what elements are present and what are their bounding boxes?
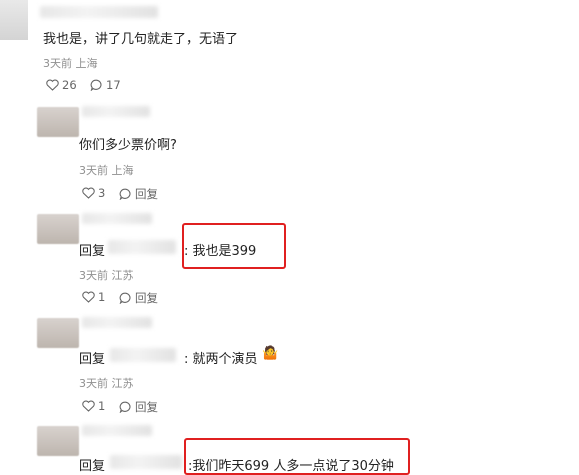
avatar[interactable] bbox=[37, 318, 79, 348]
username-blurred[interactable] bbox=[82, 213, 152, 224]
mention-blurred[interactable] bbox=[108, 240, 176, 254]
avatar[interactable] bbox=[0, 0, 28, 40]
reply-button[interactable]: 回复 bbox=[119, 399, 158, 415]
heart-icon bbox=[82, 187, 95, 199]
heart-icon bbox=[82, 400, 95, 412]
username-blurred[interactable] bbox=[82, 317, 152, 328]
comment-icon bbox=[119, 188, 131, 200]
mention-blurred[interactable] bbox=[110, 348, 176, 362]
reply-prefix: 回复 bbox=[79, 459, 106, 474]
reply-prefix: 回复 bbox=[79, 352, 106, 367]
like-button[interactable]: 26 bbox=[46, 78, 77, 92]
comment-text: 我也是，讲了几句就走了，无语了 bbox=[43, 32, 239, 47]
reply-text: :我们昨天699 人多一点说了30分钟 bbox=[188, 459, 394, 474]
comment-icon bbox=[119, 292, 131, 304]
heart-icon bbox=[46, 79, 59, 91]
reply-meta: 3天前 上海 bbox=[79, 164, 134, 177]
like-count: 1 bbox=[98, 290, 106, 304]
reply-label: 回复 bbox=[135, 187, 158, 201]
avatar[interactable] bbox=[37, 107, 79, 137]
like-button[interactable]: 1 bbox=[82, 399, 105, 413]
reply-meta: 3天前 江苏 bbox=[79, 377, 134, 390]
reply-button[interactable]: 回复 bbox=[119, 290, 158, 306]
shrug-emoji: 🤷 bbox=[262, 346, 279, 361]
reply-label: 回复 bbox=[135, 400, 158, 414]
reply-text: : 我也是399 bbox=[184, 244, 257, 259]
avatar[interactable] bbox=[37, 426, 79, 456]
like-count: 1 bbox=[98, 399, 106, 413]
reply-meta: 3天前 江苏 bbox=[79, 269, 134, 282]
avatar[interactable] bbox=[37, 214, 79, 244]
like-count: 26 bbox=[62, 78, 77, 92]
username-blurred[interactable] bbox=[82, 106, 150, 117]
username-blurred[interactable] bbox=[82, 425, 152, 436]
like-count: 3 bbox=[98, 186, 106, 200]
reply-count-value: 17 bbox=[106, 78, 121, 92]
mention-blurred[interactable] bbox=[110, 455, 182, 469]
username-blurred[interactable] bbox=[40, 6, 158, 18]
heart-icon bbox=[82, 291, 95, 303]
reply-label: 回复 bbox=[135, 291, 158, 305]
like-button[interactable]: 3 bbox=[82, 186, 105, 200]
comment-icon bbox=[90, 79, 102, 91]
reply-text: 你们多少票价啊? bbox=[79, 138, 177, 153]
reply-button[interactable]: 回复 bbox=[119, 186, 158, 202]
reply-count-button[interactable]: 3 17 bbox=[90, 78, 121, 92]
comment-meta: 3天前 上海 bbox=[43, 57, 98, 70]
reply-prefix: 回复 bbox=[79, 244, 106, 259]
comment-icon bbox=[119, 401, 131, 413]
like-button[interactable]: 1 bbox=[82, 290, 105, 304]
reply-text: : 就两个演员 bbox=[184, 352, 258, 367]
